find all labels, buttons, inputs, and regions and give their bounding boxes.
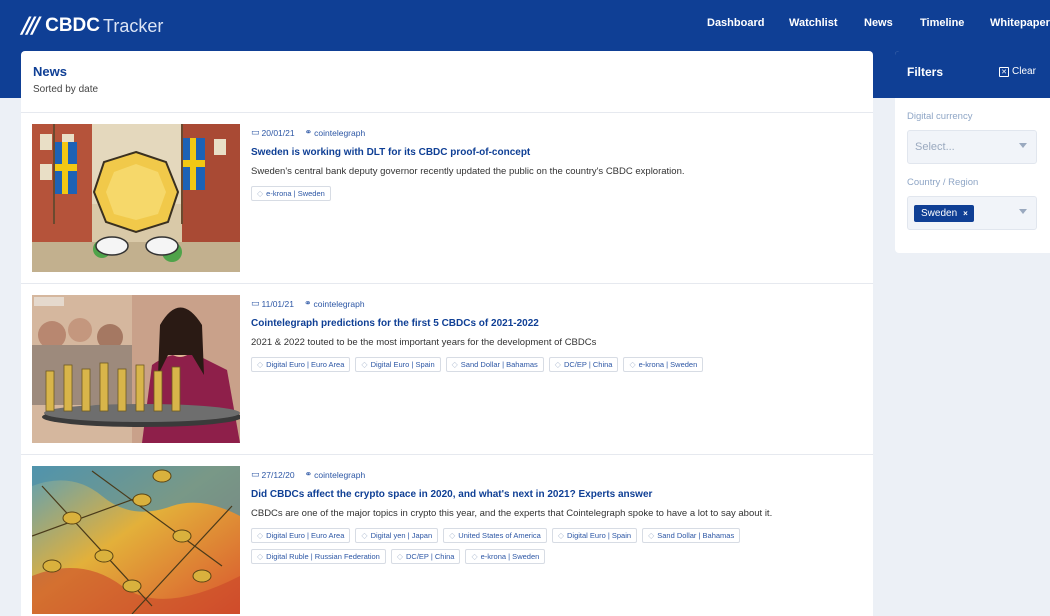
nav-link-dashboard[interactable]: Dashboard: [707, 17, 764, 29]
article-tag[interactable]: ◇ Digital Euro | Spain: [355, 357, 441, 372]
tag-icon: ◇: [471, 552, 478, 561]
news-article: ▭ 27/12/20 ⚭ cointelegraph Did CBDCs aff…: [21, 455, 873, 616]
main-nav: Dashboard Watchlist News Timeline Whitep…: [0, 17, 1050, 33]
chevron-down-icon[interactable]: [1019, 143, 1027, 148]
tag-label: Digital yen | Japan: [370, 531, 433, 540]
article-description: Sweden's central bank deputy governor re…: [251, 166, 685, 177]
tag-label: United States of America: [458, 531, 541, 540]
tag-icon: ◇: [361, 531, 368, 540]
filters-header: Filters ✕ Clear: [895, 51, 1050, 98]
article-meta: ▭ 20/01/21 ⚭ cointelegraph: [251, 128, 365, 138]
tag-label: Digital Euro | Spain: [370, 360, 435, 369]
article-date: 11/01/21: [261, 299, 294, 309]
close-box-icon: ✕: [999, 66, 1009, 77]
tag-icon: ◇: [396, 552, 403, 561]
nav-link-timeline[interactable]: Timeline: [920, 17, 964, 29]
country-region-select[interactable]: Sweden ×: [907, 196, 1037, 230]
tag-label: Digital Euro | Euro Area: [266, 360, 345, 369]
article-thumbnail[interactable]: [32, 466, 240, 614]
selected-country-label: Sweden: [921, 208, 958, 219]
article-thumbnail[interactable]: [32, 124, 240, 272]
news-header: News Sorted by date: [21, 51, 873, 113]
article-tag[interactable]: ◇ DC/EP | China: [390, 549, 461, 564]
clear-filters-button[interactable]: ✕ Clear: [999, 66, 1036, 77]
nav-link-whitepaper[interactable]: Whitepaper: [990, 17, 1050, 29]
tag-icon: ◇: [361, 360, 368, 369]
link-icon: ⚭: [303, 299, 312, 309]
digital-currency-placeholder: Select...: [915, 141, 955, 153]
article-source[interactable]: cointelegraph: [314, 128, 365, 138]
tag-icon: ◇: [648, 531, 655, 540]
calendar-icon: ▭: [251, 128, 260, 138]
news-sort-label: Sorted by date: [33, 84, 99, 95]
tag-icon: ◇: [557, 531, 564, 540]
country-region-label: Country / Region: [907, 177, 979, 188]
news-panel: News Sorted by date ▭ 20/01/21 ⚭ cointel…: [21, 51, 873, 616]
tag-icon: ◇: [554, 360, 561, 369]
tag-label: Sand Dollar | Bahamas: [657, 531, 735, 540]
article-description: CBDCs are one of the major topics in cry…: [251, 508, 773, 519]
tag-label: Sand Dollar | Bahamas: [460, 360, 538, 369]
calendar-icon: ▭: [251, 470, 260, 480]
filters-panel: Filters ✕ Clear Digital currency Select.…: [895, 51, 1050, 253]
tag-label: e-krona | Sweden: [638, 360, 698, 369]
article-title[interactable]: Sweden is working with DLT for its CBDC …: [251, 147, 530, 158]
digital-currency-label: Digital currency: [907, 111, 973, 122]
article-source[interactable]: cointelegraph: [314, 470, 365, 480]
tag-icon: ◇: [257, 360, 264, 369]
tag-icon: ◇: [449, 531, 456, 540]
article-tags: ◇ Digital Euro | Euro Area ◇ Digital Euro …: [251, 357, 851, 378]
article-tags: ◇ e-krona | Sweden: [251, 186, 851, 207]
tag-label: Digital Euro | Spain: [567, 531, 632, 540]
news-article: ▭ 20/01/21 ⚭ cointelegraph Sweden is wor…: [21, 113, 873, 284]
article-tag[interactable]: ◇ Digital Euro | Spain: [551, 528, 638, 543]
selected-country-chip: Sweden ×: [914, 205, 974, 222]
article-date: 27/12/20: [261, 470, 295, 480]
tag-icon: ◇: [451, 360, 458, 369]
article-tag[interactable]: ◇ United States of America: [443, 528, 547, 543]
tag-label: DC/EP | China: [405, 552, 455, 561]
article-description: 2021 & 2022 touted to be the most import…: [251, 337, 597, 348]
article-date: 20/01/21: [261, 128, 295, 138]
tag-icon: ◇: [257, 531, 264, 540]
digital-currency-select[interactable]: Select...: [907, 130, 1037, 164]
article-tags: ◇ Digital Euro | Euro Area ◇ Digital yen |…: [251, 528, 851, 570]
remove-country-icon[interactable]: ×: [963, 209, 968, 218]
article-tag[interactable]: ◇ Digital Ruble | Russian Federation: [251, 549, 386, 564]
tag-label: Digital Euro | Euro Area: [266, 531, 345, 540]
article-tag[interactable]: ◇ e-krona | Sweden: [623, 357, 704, 372]
article-meta: ▭ 11/01/21 ⚭ cointelegraph: [251, 299, 365, 309]
article-source[interactable]: cointelegraph: [314, 299, 365, 309]
news-title: News: [33, 64, 67, 79]
tag-icon: ◇: [629, 360, 636, 369]
article-tag[interactable]: ◇ e-krona | Sweden: [251, 186, 331, 201]
article-tag[interactable]: ◇ Sand Dollar | Bahamas: [445, 357, 544, 372]
article-tag[interactable]: ◇ Digital yen | Japan: [355, 528, 439, 543]
article-tag[interactable]: ◇ Digital Euro | Euro Area: [251, 528, 351, 543]
nav-link-watchlist[interactable]: Watchlist: [789, 17, 838, 29]
article-title[interactable]: Did CBDCs affect the crypto space in 202…: [251, 489, 652, 500]
clear-label: Clear: [1012, 66, 1036, 77]
filters-title: Filters: [907, 65, 944, 79]
article-title[interactable]: Cointelegraph predictions for the first …: [251, 318, 539, 329]
news-article: ▭ 11/01/21 ⚭ cointelegraph Cointelegraph…: [21, 284, 873, 455]
calendar-icon: ▭: [251, 299, 260, 309]
article-thumbnail[interactable]: [32, 295, 240, 443]
link-icon: ⚭: [304, 470, 313, 480]
article-tag[interactable]: ◇ DC/EP | China: [548, 357, 619, 372]
chevron-down-icon[interactable]: [1019, 209, 1027, 214]
link-icon: ⚭: [304, 128, 313, 138]
article-meta: ▭ 27/12/20 ⚭ cointelegraph: [251, 470, 365, 480]
article-tag[interactable]: ◇ Sand Dollar | Bahamas: [642, 528, 741, 543]
tag-label: e-krona | Sweden: [266, 189, 325, 198]
tag-label: DC/EP | China: [563, 360, 613, 369]
tag-label: e-krona | Sweden: [480, 552, 540, 561]
nav-link-news[interactable]: News: [864, 17, 893, 29]
article-tag[interactable]: ◇ e-krona | Sweden: [465, 549, 546, 564]
tag-icon: ◇: [257, 552, 264, 561]
tag-icon: ◇: [257, 189, 264, 198]
article-tag[interactable]: ◇ Digital Euro | Euro Area: [251, 357, 351, 372]
tag-label: Digital Ruble | Russian Federation: [266, 552, 380, 561]
